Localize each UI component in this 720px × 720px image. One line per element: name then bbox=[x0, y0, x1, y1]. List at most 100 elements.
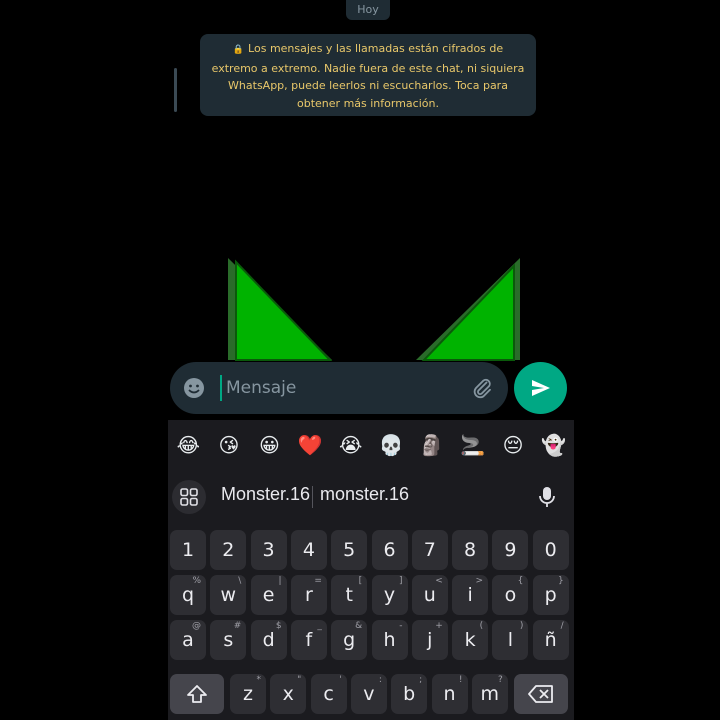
key-secondary-symbol: > bbox=[475, 576, 484, 586]
left-ear bbox=[235, 259, 333, 361]
key-label: z bbox=[243, 683, 253, 705]
key-label: 2 bbox=[222, 539, 235, 561]
key-secondary-symbol: % bbox=[192, 576, 201, 586]
key-secondary-symbol: [ bbox=[358, 576, 363, 586]
key-q[interactable]: q% bbox=[170, 575, 206, 615]
emoji-suggestion[interactable]: 💀 bbox=[371, 433, 412, 457]
emoji-suggestion[interactable]: 😀 bbox=[249, 433, 290, 457]
key-label: 6 bbox=[383, 539, 396, 561]
key-label: d bbox=[262, 629, 275, 651]
key-secondary-symbol: _ bbox=[317, 621, 322, 631]
emoji-suggestion[interactable]: 🚬 bbox=[452, 433, 493, 457]
key-o[interactable]: o{ bbox=[492, 575, 529, 615]
letter-row-1: q% w \ e | r = t[y] u < i > o{p} bbox=[168, 575, 574, 615]
suggestion-1[interactable]: Monster.16 bbox=[221, 484, 310, 505]
key-s[interactable]: s # bbox=[210, 620, 247, 660]
key-n[interactable]: n! bbox=[431, 674, 468, 714]
key-label: c bbox=[323, 683, 334, 705]
key-k[interactable]: k( bbox=[452, 620, 489, 660]
key-z[interactable]: z * bbox=[230, 674, 266, 714]
key-c[interactable]: c ' bbox=[310, 674, 347, 714]
key-secondary-symbol: ; bbox=[419, 675, 423, 685]
key-secondary-symbol: - bbox=[399, 621, 403, 631]
key-label: y bbox=[383, 584, 396, 606]
key-g[interactable]: g & bbox=[331, 620, 368, 660]
key-0[interactable]: 0 bbox=[532, 530, 569, 570]
key-l[interactable]: l) bbox=[492, 620, 529, 660]
key-label: 5 bbox=[343, 539, 356, 561]
key-t[interactable]: t[ bbox=[331, 575, 368, 615]
key-secondary-symbol: * bbox=[256, 675, 262, 685]
key-6[interactable]: 6 bbox=[371, 530, 408, 570]
key-2[interactable]: 2 bbox=[210, 530, 247, 570]
emoji-suggestion[interactable]: 😘 bbox=[209, 433, 250, 457]
key-label: p bbox=[544, 584, 557, 606]
key-h[interactable]: h- bbox=[371, 620, 408, 660]
key-x[interactable]: x " bbox=[270, 674, 307, 714]
key-b[interactable]: b; bbox=[391, 674, 428, 714]
grid-apps-icon bbox=[180, 488, 198, 506]
number-row: 1 2 3 4 5 6 7 8 9 0 bbox=[168, 530, 574, 570]
shift-key[interactable] bbox=[170, 674, 224, 714]
key-y[interactable]: y] bbox=[371, 575, 408, 615]
emoji-suggestion[interactable]: 😂 bbox=[168, 433, 209, 457]
emoji-button[interactable] bbox=[180, 374, 208, 402]
emoji-suggestion[interactable]: 🗿 bbox=[412, 433, 453, 457]
suggestion-divider bbox=[312, 486, 313, 508]
key-5[interactable]: 5 bbox=[331, 530, 368, 570]
keyboard-apps-button[interactable] bbox=[172, 480, 206, 514]
key-label: h bbox=[383, 629, 396, 651]
key-secondary-symbol: $ bbox=[275, 621, 282, 631]
encryption-notice-text: Los mensajes y las llamadas están cifrad… bbox=[211, 42, 525, 110]
emoji-suggestion[interactable]: 👻 bbox=[533, 433, 574, 457]
key-3[interactable]: 3 bbox=[250, 530, 287, 570]
key-secondary-symbol: ' bbox=[339, 675, 342, 685]
right-ear bbox=[421, 263, 515, 361]
key-p[interactable]: p} bbox=[532, 575, 569, 615]
key-label: g bbox=[343, 629, 356, 651]
key-7[interactable]: 7 bbox=[411, 530, 448, 570]
key-8[interactable]: 8 bbox=[452, 530, 489, 570]
key-i[interactable]: i > bbox=[452, 575, 489, 615]
key-f[interactable]: f _ bbox=[290, 620, 327, 660]
date-divider: Hoy bbox=[346, 0, 390, 20]
key-v[interactable]: v: bbox=[350, 674, 387, 714]
key-m[interactable]: m? bbox=[471, 674, 508, 714]
key-label: x bbox=[282, 683, 294, 705]
emoji-suggestion[interactable]: 😔 bbox=[493, 433, 534, 457]
key-label: i bbox=[467, 584, 473, 606]
key-label: n bbox=[443, 683, 456, 705]
encryption-notice[interactable]: 🔒 Los mensajes y las llamadas están cifra… bbox=[200, 34, 536, 116]
key-d[interactable]: d $ bbox=[250, 620, 287, 660]
key-a[interactable]: a @ bbox=[170, 620, 206, 660]
key-label: v bbox=[363, 683, 375, 705]
key-e[interactable]: e | bbox=[250, 575, 287, 615]
voice-input-button[interactable] bbox=[530, 480, 564, 514]
key-secondary-symbol: | bbox=[278, 576, 282, 586]
scroll-indicator[interactable] bbox=[174, 68, 177, 112]
key-w[interactable]: w \ bbox=[210, 575, 247, 615]
key-4[interactable]: 4 bbox=[290, 530, 327, 570]
key-label: 9 bbox=[504, 539, 517, 561]
key-1[interactable]: 1 bbox=[170, 530, 206, 570]
key-label: t bbox=[345, 584, 353, 606]
suggestion-2[interactable]: monster.16 bbox=[320, 484, 409, 505]
backspace-key[interactable] bbox=[514, 674, 568, 714]
key-u[interactable]: u < bbox=[411, 575, 448, 615]
message-composer bbox=[170, 362, 508, 414]
send-button[interactable] bbox=[514, 362, 567, 414]
emoji-suggestion[interactable]: ❤️ bbox=[290, 433, 331, 457]
key-ñ[interactable]: ñ / bbox=[532, 620, 569, 660]
whatsapp-chat-screen: Hoy 🔒 Los mensajes y las llamadas están c… bbox=[168, 0, 574, 720]
key-j[interactable]: j + bbox=[411, 620, 448, 660]
key-9[interactable]: 9 bbox=[492, 530, 529, 570]
backspace-icon bbox=[528, 685, 553, 703]
message-input[interactable] bbox=[220, 375, 466, 401]
emoji-suggestion[interactable]: 😭 bbox=[330, 433, 371, 457]
key-r[interactable]: r = bbox=[290, 575, 327, 615]
suggestion-strip: Monster.16 monster.16 bbox=[168, 470, 574, 524]
key-label: q bbox=[181, 584, 195, 606]
key-label: m bbox=[480, 683, 500, 705]
attach-button[interactable] bbox=[468, 374, 496, 402]
letter-row-2: a @ s # d $ f _ g & h - j + k(l) ñ / bbox=[168, 620, 574, 660]
